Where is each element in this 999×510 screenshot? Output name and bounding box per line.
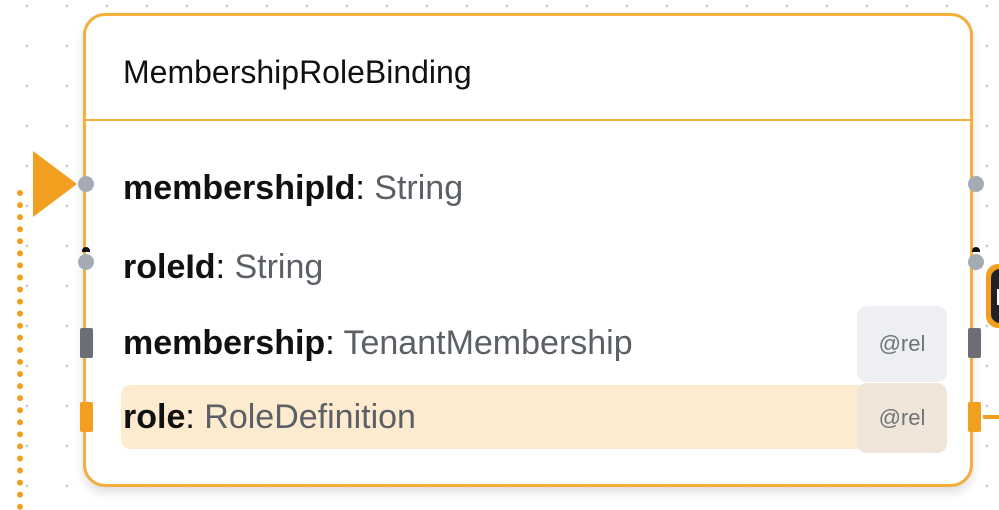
node-header[interactable]: MembershipRoleBinding: [86, 16, 970, 121]
field-type: RoleDefinition: [204, 398, 416, 436]
field-separator: :: [185, 398, 195, 436]
field-separator: :: [215, 248, 226, 286]
bar-handle-icon[interactable]: [80, 328, 93, 358]
relation-badge: @rel: [857, 306, 947, 382]
outgoing-relation-edge[interactable]: [983, 415, 999, 419]
model-node-membership-role-binding[interactable]: MembershipRoleBinding membershipId: Stri…: [83, 13, 973, 487]
field-name: membership: [123, 324, 326, 362]
field-row-role-id[interactable]: roleId: String: [121, 235, 945, 299]
dot-handle-icon[interactable]: [968, 254, 984, 270]
relation-badge: @rel: [857, 383, 947, 453]
field-separator: :: [355, 169, 365, 207]
edge-stub: [972, 247, 980, 252]
edge-label-badge[interactable]: [986, 264, 999, 328]
field-row-membership[interactable]: membership: TenantMembership @rel: [121, 306, 947, 382]
field-type: TenantMembership: [343, 324, 633, 362]
incoming-relation-edge[interactable]: [17, 190, 23, 510]
dot-handle-icon[interactable]: [968, 176, 984, 192]
arrow-right-icon: [33, 151, 77, 217]
field-name: roleId: [123, 248, 216, 286]
field-separator: :: [325, 324, 335, 362]
dot-handle-icon[interactable]: [78, 176, 94, 192]
bar-handle-icon[interactable]: [968, 402, 981, 432]
field-row-membership-id[interactable]: membershipId: String: [121, 156, 945, 220]
field-type: String: [374, 169, 464, 207]
edge-stub: [82, 247, 90, 252]
bar-handle-icon[interactable]: [80, 402, 93, 432]
node-title: MembershipRoleBinding: [123, 54, 472, 90]
field-row-role[interactable]: role: RoleDefinition @rel: [121, 383, 947, 453]
field-type: String: [234, 248, 324, 286]
dot-handle-icon[interactable]: [78, 254, 94, 270]
diagram-canvas[interactable]: MembershipRoleBinding membershipId: Stri…: [0, 0, 999, 510]
field-name: role: [123, 398, 186, 436]
bar-handle-icon[interactable]: [968, 328, 981, 358]
field-name: membershipId: [123, 169, 356, 207]
